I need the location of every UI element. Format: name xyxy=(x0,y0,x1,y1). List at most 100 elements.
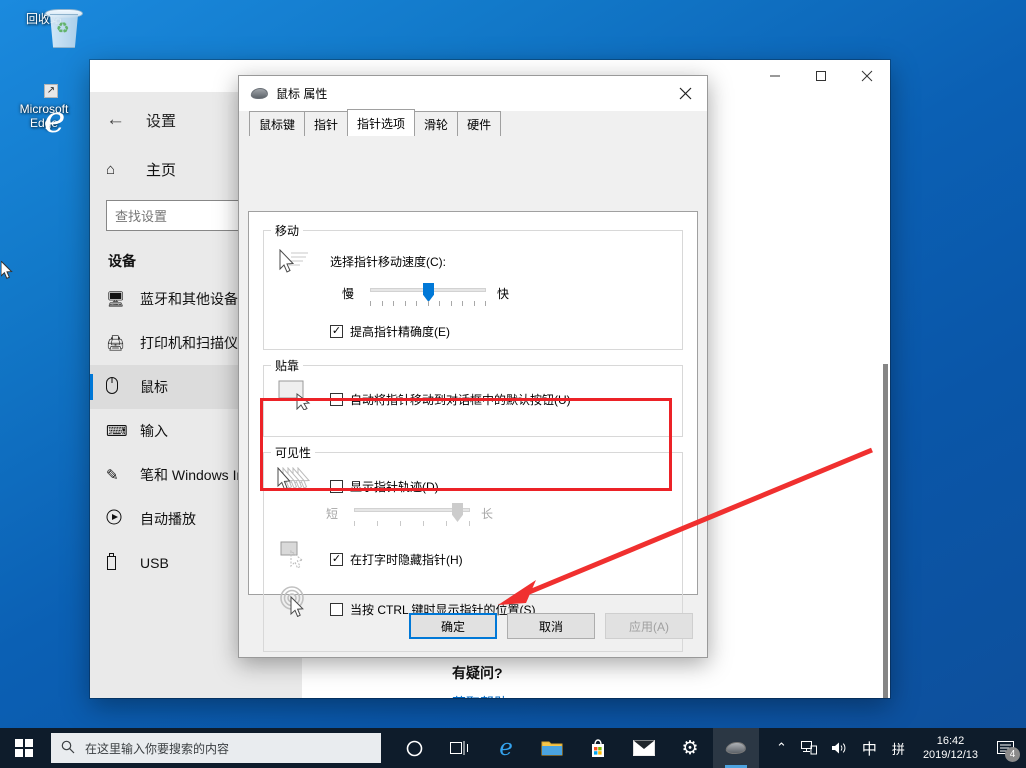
hide-pointer-preview-icon xyxy=(280,541,314,574)
sidebar-item-label: 打印机和扫描仪 xyxy=(140,335,238,351)
window-controls xyxy=(752,60,890,92)
tab-pointers[interactable]: 指针 xyxy=(304,111,349,136)
taskbar-search-placeholder: 在这里输入你要搜索的内容 xyxy=(85,741,230,756)
desktop-icon-recycle-bin[interactable]: ♻ 回收站 xyxy=(6,8,83,48)
mouse-icon xyxy=(250,87,269,99)
tab-label: 滑轮 xyxy=(424,117,449,132)
pointer-trail-length-slider[interactable] xyxy=(354,503,470,529)
trail-slider-min-label: 短 xyxy=(326,507,339,521)
ime-mode-icon[interactable]: 中 xyxy=(855,728,884,768)
slider-thumb[interactable] xyxy=(423,283,434,302)
checkbox-mark: ✓ xyxy=(331,325,342,337)
tab-hardware[interactable]: 硬件 xyxy=(457,111,502,136)
tab-wheel[interactable]: 滑轮 xyxy=(414,111,459,136)
pointer-speed-preview-icon xyxy=(278,248,312,282)
taskbar: 在这里输入你要搜索的内容 e ⚙ ⌃ 中 拼 16:42 2019/12/13 … xyxy=(0,728,1026,768)
tab-label: 指针 xyxy=(314,117,339,132)
dialog-titlebar: 鼠标 属性 xyxy=(239,76,707,111)
taskbar-search-input[interactable]: 在这里输入你要搜索的内容 xyxy=(51,733,381,763)
get-help-link[interactable]: 获取帮助 xyxy=(452,693,508,698)
back-arrow-icon[interactable]: ← xyxy=(106,109,146,131)
slider-thumb[interactable] xyxy=(452,503,463,522)
taskbar-clock[interactable]: 16:42 2019/12/13 xyxy=(913,734,988,762)
group-snap-to: 贴靠 自动将指针移动到对话框中的默认按钮(U) xyxy=(263,357,683,437)
tab-pointer-options[interactable]: 指针选项 xyxy=(347,109,416,136)
sidebar-item-label: 输入 xyxy=(140,423,168,439)
microsoft-store-icon[interactable] xyxy=(575,728,621,768)
group-motion-legend: 移动 xyxy=(271,222,304,239)
system-tray: ⌃ 中 拼 16:42 2019/12/13 4 xyxy=(769,728,1026,768)
tray-chevron-icon[interactable]: ⌃ xyxy=(769,728,794,768)
close-button[interactable] xyxy=(844,60,890,92)
tab-label: 指针选项 xyxy=(357,116,406,131)
checkbox-display-pointer-trails[interactable]: 显示指针轨迹(D) xyxy=(330,478,439,495)
pointer-speed-slider[interactable] xyxy=(370,283,486,309)
tab-panel-pointer-options: 移动 选择指针移动速度(C): 慢 快 ✓ 提高指针精确度(E) 贴靠 自动将指… xyxy=(248,211,698,652)
volume-icon[interactable] xyxy=(824,728,855,768)
tab-label: 鼠标键 xyxy=(259,117,296,132)
tab-buttons[interactable]: 鼠标键 xyxy=(249,111,306,136)
dialog-title: 鼠标 属性 xyxy=(276,86,328,101)
checkbox-box: ✓ xyxy=(330,553,343,566)
ime-pinyin-icon[interactable]: 拼 xyxy=(884,728,913,768)
pointer-speed-label: 选择指针移动速度(C): xyxy=(330,255,446,269)
mouse-properties-icon[interactable] xyxy=(713,728,759,768)
apply-button: 应用(A) xyxy=(605,613,693,639)
sidebar-item-label: 蓝牙和其他设备 xyxy=(140,291,238,307)
task-view-icon[interactable] xyxy=(437,728,483,768)
checkbox-label: 提高指针精确度(E) xyxy=(350,325,450,339)
speed-slider-min-label: 慢 xyxy=(342,287,355,301)
settings-icon[interactable]: ⚙ xyxy=(667,728,713,768)
dialog-button-bar: 确定 取消 应用(A) xyxy=(239,595,707,657)
checkbox-hide-pointer-while-typing[interactable]: ✓ 在打字时隐藏指针(H) xyxy=(330,551,463,568)
pen-icon: ✎ xyxy=(106,467,119,484)
maximize-button[interactable] xyxy=(798,60,844,92)
printer-icon: 🖨 xyxy=(106,335,126,352)
start-button[interactable] xyxy=(0,728,48,768)
keyboard-icon: ⌨ xyxy=(106,423,128,440)
page-title: 设置 xyxy=(146,112,177,130)
dialog-tabs: 鼠标键 指针 指针选项 滑轮 硬件 xyxy=(239,109,707,136)
speed-slider-max-label: 快 xyxy=(497,287,510,301)
sidebar-item-label: 鼠标 xyxy=(140,379,168,395)
checkbox-label: 自动将指针移动到对话框中的默认按钮(U) xyxy=(350,392,571,407)
ok-button[interactable]: 确定 xyxy=(409,613,497,639)
minimize-button[interactable] xyxy=(752,60,798,92)
edge-icon[interactable]: e xyxy=(483,728,529,768)
search-placeholder: 查找设置 xyxy=(115,209,168,224)
apply-button-label: 应用(A) xyxy=(629,619,669,634)
notification-icon[interactable]: 4 xyxy=(988,728,1022,768)
home-icon: ⌂ xyxy=(106,160,116,178)
settings-scrollbar[interactable] xyxy=(883,364,888,698)
desktop-icon-edge[interactable]: e ↗ Microsoft Edge xyxy=(6,84,82,141)
autoplay-icon xyxy=(106,509,140,529)
clock-time: 16:42 xyxy=(936,735,965,747)
cancel-button[interactable]: 取消 xyxy=(507,613,595,639)
search-icon xyxy=(61,740,75,757)
clock-date: 2019/12/13 xyxy=(922,749,978,761)
sidebar-item-label: USB xyxy=(140,555,169,571)
file-explorer-icon[interactable] xyxy=(529,728,575,768)
group-motion: 移动 选择指针移动速度(C): 慢 快 ✓ 提高指针精确度(E) xyxy=(263,222,683,350)
slider-ticks xyxy=(354,521,470,527)
pointer-trails-preview-icon xyxy=(276,466,316,500)
checkbox-enhance-pointer-precision[interactable]: ✓ 提高指针精确度(E) xyxy=(330,323,450,340)
checkbox-box: ✓ xyxy=(330,325,343,338)
group-visibility-legend: 可见性 xyxy=(271,444,316,461)
close-icon[interactable] xyxy=(663,76,707,110)
sidebar-item-label: 自动播放 xyxy=(140,511,196,527)
mouse-properties-dialog: 鼠标 属性 鼠标键 指针 指针选项 滑轮 硬件 移动 选择指针移动速度(C): … xyxy=(238,75,708,658)
mail-icon[interactable] xyxy=(621,728,667,768)
bluetooth-device-icon: 🖥 xyxy=(106,291,126,308)
checkbox-box xyxy=(330,392,343,406)
cortana-icon[interactable] xyxy=(391,728,437,768)
checkbox-label: 在打字时隐藏指针(H) xyxy=(350,553,463,567)
checkbox-snap-to-default-button[interactable]: 自动将指针移动到对话框中的默认按钮(U) xyxy=(330,391,571,408)
network-icon[interactable] xyxy=(794,728,824,768)
mouse-icon xyxy=(106,376,140,398)
desktop-cursor-icon xyxy=(1,261,13,279)
cancel-button-label: 取消 xyxy=(538,619,563,634)
windows-logo-icon xyxy=(15,739,33,757)
slider-ticks xyxy=(370,301,486,307)
sidebar-item-label: 笔和 Windows Ink xyxy=(140,467,252,483)
